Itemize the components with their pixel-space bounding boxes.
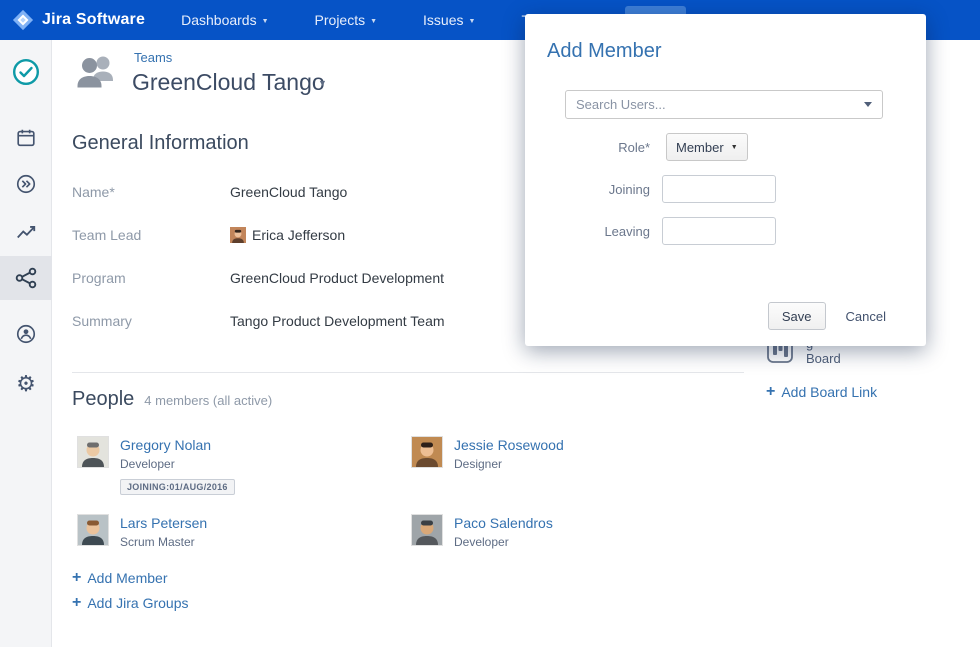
nav-item-projects[interactable]: Projects ▼ xyxy=(315,12,378,28)
add-member-link[interactable]: + Add Member xyxy=(72,570,168,586)
chevron-down-icon: ▼ xyxy=(370,16,377,25)
title-dropdown-caret[interactable]: ▼ xyxy=(318,78,327,88)
leaving-label: Leaving xyxy=(525,217,650,246)
save-button[interactable]: Save xyxy=(768,302,826,330)
sidebar-item-backlog[interactable] xyxy=(0,170,52,198)
field-value: GreenCloud Tango xyxy=(230,184,347,200)
field-label: Summary xyxy=(72,313,230,329)
add-member-dialog: Add Member Search Users... Role* Member … xyxy=(525,14,926,346)
sidebar-item-teams[interactable] xyxy=(0,256,52,300)
brand-name: Jira Software xyxy=(42,11,145,29)
role-dropdown[interactable]: Member ▼ xyxy=(666,133,748,161)
member-role: Developer xyxy=(120,457,235,471)
people-heading: People xyxy=(72,388,134,411)
member-info: Paco Salendros Developer xyxy=(454,515,553,549)
add-board-link-label: Add Board Link xyxy=(781,384,877,400)
field-label: Name* xyxy=(72,184,230,200)
sidebar-item-tempo-logo[interactable] xyxy=(0,58,52,86)
cancel-button[interactable]: Cancel xyxy=(846,309,886,324)
member-avatar xyxy=(78,437,108,467)
field-value: Tango Product Development Team xyxy=(230,313,445,329)
double-chevron-circle-icon xyxy=(15,173,37,195)
member-role: Scrum Master xyxy=(120,535,207,549)
nav-item-dashboards[interactable]: Dashboards ▼ xyxy=(181,12,268,28)
jira-logo-icon xyxy=(12,9,34,31)
member-info: Gregory Nolan Developer JOINING:01/AUG/2… xyxy=(120,437,235,495)
people-heading-row: People 4 members (all active) xyxy=(72,388,272,411)
member-info: Jessie Rosewood Designer xyxy=(454,437,564,471)
sidebar-item-reports[interactable] xyxy=(0,218,52,246)
add-jira-groups-link[interactable]: + Add Jira Groups xyxy=(72,595,189,611)
plus-icon: + xyxy=(72,595,81,611)
chevron-down-icon xyxy=(864,102,872,107)
member-name-link[interactable]: Lars Petersen xyxy=(120,515,207,531)
tempo-logo-icon xyxy=(12,58,40,86)
member-role: Designer xyxy=(454,457,564,471)
nav-item-label: Projects xyxy=(315,12,366,28)
plus-icon: + xyxy=(72,570,81,586)
jira-home-link[interactable]: Jira Software xyxy=(12,9,145,31)
joining-date-input[interactable] xyxy=(662,175,776,203)
member-name-link[interactable]: Paco Salendros xyxy=(454,515,553,531)
person-circle-icon xyxy=(15,323,37,345)
plus-icon: + xyxy=(766,384,775,400)
primary-nav: Dashboards ▼ Projects ▼ Issues ▼ Tempo ▼ xyxy=(181,12,575,28)
member-name-link[interactable]: Gregory Nolan xyxy=(120,437,235,453)
field-label: Team Lead xyxy=(72,227,230,243)
add-board-link[interactable]: + Add Board Link xyxy=(766,384,877,400)
member-info: Lars Petersen Scrum Master xyxy=(120,515,207,549)
member-avatar xyxy=(78,515,108,545)
nav-item-label: Dashboards xyxy=(181,12,257,28)
field-label: Program xyxy=(72,270,230,286)
role-selected-value: Member xyxy=(676,140,724,155)
section-divider xyxy=(72,372,744,373)
add-jira-groups-label: Add Jira Groups xyxy=(87,595,188,611)
chevron-down-icon: ▼ xyxy=(469,16,476,25)
joining-row: Joining xyxy=(525,175,926,204)
dialog-actions: Save Cancel xyxy=(525,302,926,330)
role-label: Role* xyxy=(525,133,650,162)
field-value: Erica Jefferson xyxy=(230,227,345,243)
nav-item-issues[interactable]: Issues ▼ xyxy=(423,12,475,28)
search-users-select[interactable]: Search Users... xyxy=(565,90,883,119)
board-label: Board xyxy=(806,351,841,366)
add-member-label: Add Member xyxy=(87,570,167,586)
member-card: Gregory Nolan Developer JOINING:01/AUG/2… xyxy=(78,437,235,495)
sidebar-item-profile[interactable] xyxy=(0,320,52,348)
people-subtitle: 4 members (all active) xyxy=(144,393,272,408)
member-card: Lars Petersen Scrum Master xyxy=(78,515,207,549)
left-sidebar: ⚙ xyxy=(0,40,52,647)
app-root: Jira Software Dashboards ▼ Projects ▼ Is… xyxy=(0,0,980,647)
member-avatar xyxy=(412,515,442,545)
team-lead-name: Erica Jefferson xyxy=(252,227,345,243)
member-card: Jessie Rosewood Designer xyxy=(412,437,564,471)
member-avatar xyxy=(412,437,442,467)
leaving-row: Leaving xyxy=(525,217,926,246)
team-hierarchy-icon xyxy=(14,266,38,290)
leaving-date-input[interactable] xyxy=(662,217,776,245)
sidebar-item-settings[interactable]: ⚙ xyxy=(0,370,52,398)
breadcrumb-teams-link[interactable]: Teams xyxy=(134,50,172,65)
chart-icon xyxy=(15,221,37,243)
chevron-down-icon: ▼ xyxy=(262,16,269,25)
member-card: Paco Salendros Developer xyxy=(412,515,553,549)
general-info-heading: General Information xyxy=(72,132,249,155)
sidebar-item-calendar[interactable] xyxy=(0,124,52,152)
search-users-placeholder: Search Users... xyxy=(576,97,666,112)
nav-item-label: Issues xyxy=(423,12,463,28)
field-value: GreenCloud Product Development xyxy=(230,270,444,286)
gear-icon: ⚙ xyxy=(16,373,36,395)
member-name-link[interactable]: Jessie Rosewood xyxy=(454,437,564,453)
joining-badge: JOINING:01/AUG/2016 xyxy=(120,479,235,495)
calendar-icon xyxy=(15,127,37,149)
page-title: GreenCloud Tango xyxy=(132,69,325,96)
dialog-title: Add Member xyxy=(547,40,662,63)
team-avatar xyxy=(74,52,120,94)
member-role: Developer xyxy=(454,535,553,549)
chevron-down-icon: ▼ xyxy=(731,143,738,151)
joining-label: Joining xyxy=(525,175,650,204)
role-row: Role* Member ▼ xyxy=(525,133,926,162)
team-lead-avatar xyxy=(230,227,246,243)
